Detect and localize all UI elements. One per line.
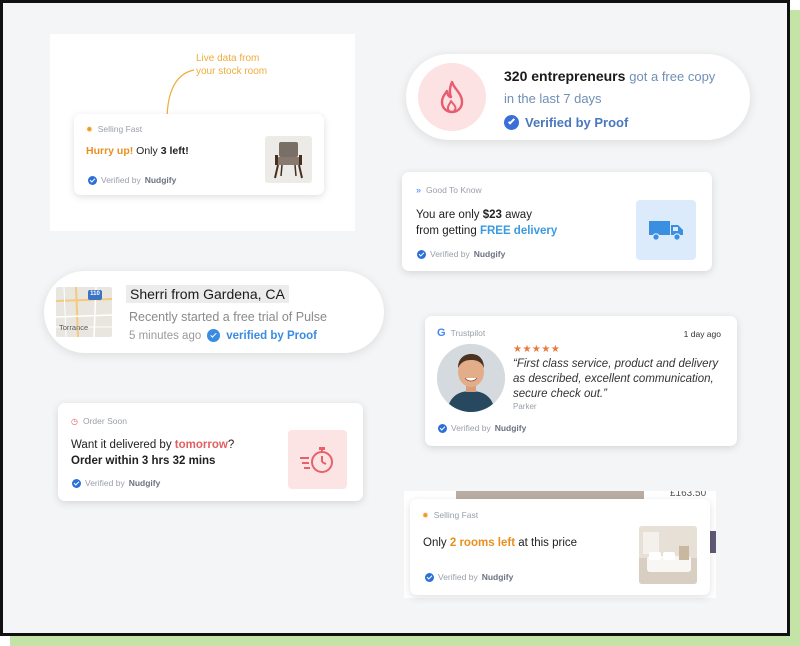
card-header: ◷ Order Soon (71, 416, 127, 426)
speed-icon: » (416, 185, 422, 195)
entrepreneurs-message: 320 entrepreneurs got a free copy (504, 68, 716, 84)
hotel-price: £163.50 (670, 491, 707, 499)
reviewer-avatar (437, 344, 505, 412)
sun-icon: ✹ (86, 124, 93, 134)
card-header: » Good To Know (416, 185, 482, 195)
order-message: Want it delivered by tomorrow? Order wit… (71, 439, 235, 467)
free-delivery-card[interactable]: » Good To Know You are only $23 away fro… (402, 172, 712, 271)
review-author: Parker (513, 402, 537, 411)
verified-badge: Verified by Nudgify (72, 478, 160, 488)
verified-check-icon (504, 115, 519, 130)
hotel-room-image (639, 526, 697, 584)
clock-icon: ◷ (71, 416, 78, 426)
verified-check-icon (207, 329, 221, 342)
google-icon: G (437, 327, 446, 339)
card-header: G Trustpilot (437, 327, 486, 339)
check-icon (425, 572, 434, 582)
trial-meta: 5 minutes ago verified by Proof (129, 329, 317, 342)
check-icon (417, 249, 426, 259)
order-soon-card[interactable]: ◷ Order Soon Want it delivered by tomorr… (58, 403, 363, 501)
sun-icon: ✹ (422, 510, 429, 520)
trial-action: Recently started a free trial of Pulse (129, 310, 328, 324)
delivery-message: You are only $23 away from getting FREE … (416, 209, 558, 237)
verified-badge: Verified by Nudgify (417, 249, 505, 259)
check-icon (438, 423, 447, 433)
stopwatch-icon (288, 430, 347, 489)
rooms-left-card[interactable]: ✹ Selling Fast Only 2 rooms left at this… (410, 499, 710, 595)
trial-name: Sherri from Gardena, CA (126, 285, 289, 303)
map-image: 110 Torrance (56, 287, 112, 337)
check-icon (72, 478, 81, 488)
verified-badge: Verified by Nudgify (425, 572, 513, 582)
rooms-message: Only 2 rooms left at this price (423, 537, 578, 549)
truck-icon (636, 200, 696, 260)
review-time: 1 day ago (683, 329, 721, 339)
trustpilot-review-card[interactable]: G Trustpilot 1 day ago ★★★★★ “First clas… (425, 316, 737, 446)
entrepreneurs-timeframe: in the last 7 days (504, 91, 602, 106)
chair-image (265, 136, 312, 183)
stock-room-panel: Live data from your stock room ✹ Selling… (50, 34, 355, 231)
stock-message: Hurry up! Only 3 left! (86, 145, 189, 157)
annotation-text: Live data from your stock room (196, 53, 268, 77)
entrepreneurs-card[interactable]: 320 entrepreneurs got a free copy in the… (406, 54, 750, 140)
hotel-photo-strip (456, 491, 644, 499)
check-icon (88, 175, 97, 185)
star-rating: ★★★★★ (513, 344, 561, 355)
fire-icon (418, 63, 486, 131)
review-quote: “First class service, product and delive… (513, 358, 719, 400)
card-header: ✹ Selling Fast (422, 510, 479, 520)
verified-badge: Verified by Nudgify (438, 423, 526, 433)
trial-signup-card[interactable]: 110 Torrance Sherri from Gardena, CA Rec… (44, 271, 384, 353)
card-header: ✹ Selling Fast (86, 124, 143, 134)
selling-fast-card[interactable]: ✹ Selling Fast Hurry up! Only 3 left! Ve… (74, 114, 324, 195)
proof-verified: Verified by Proof (504, 115, 628, 130)
verified-badge: Verified by Nudgify (88, 175, 176, 185)
